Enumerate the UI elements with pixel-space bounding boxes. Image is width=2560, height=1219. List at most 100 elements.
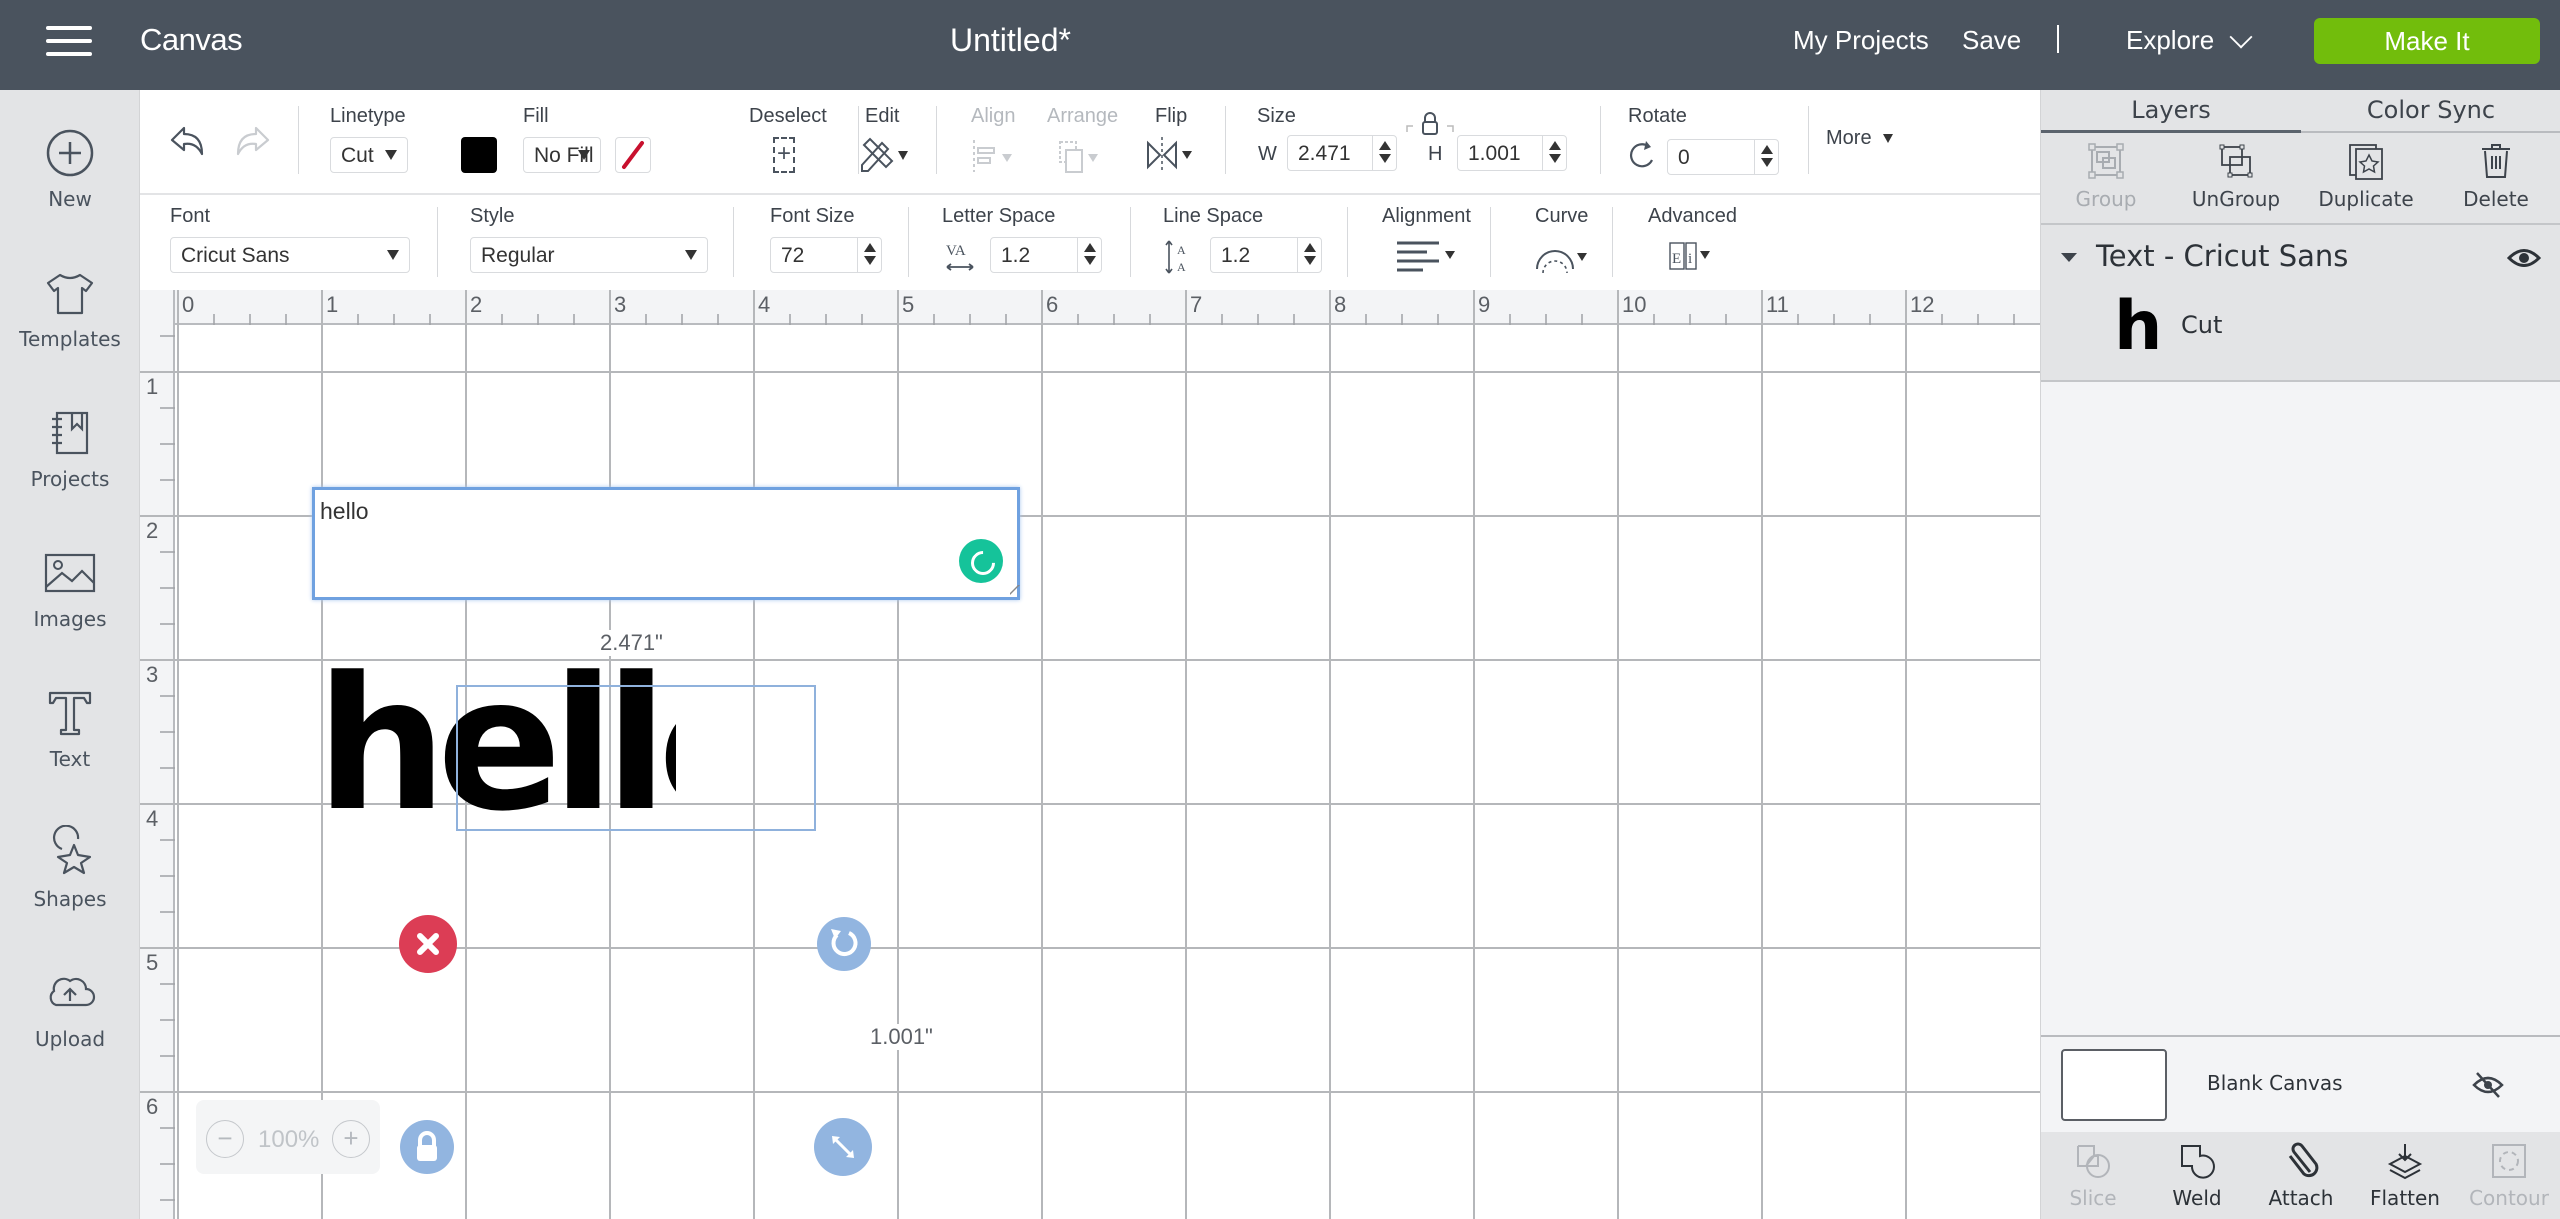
weld-button[interactable]: Weld: [2145, 1142, 2249, 1210]
delete-button[interactable]: Delete: [2431, 141, 2560, 211]
caret-down-icon[interactable]: [2061, 253, 2077, 262]
height-stepper[interactable]: [1542, 136, 1566, 170]
zoom-in-button[interactable]: +: [332, 1120, 370, 1158]
slice-button[interactable]: Slice: [2041, 1142, 2145, 1210]
grammarly-icon[interactable]: [959, 539, 1003, 583]
document-title[interactable]: Untitled*: [950, 22, 1071, 59]
tab-color-sync[interactable]: Color Sync: [2301, 90, 2560, 133]
sidebar-label: Upload: [34, 1027, 106, 1051]
font-size-stepper[interactable]: [857, 238, 881, 272]
resize-handle[interactable]: [814, 1118, 872, 1176]
more-label: More: [1826, 127, 1872, 149]
weld-icon: [2181, 1145, 2215, 1179]
contour-button[interactable]: Contour: [2457, 1142, 2560, 1210]
line-space-stepper[interactable]: [1297, 238, 1321, 272]
sidebar-item-templates[interactable]: Templates: [0, 265, 140, 395]
explore-menu[interactable]: Explore: [2126, 25, 2214, 56]
my-projects-link[interactable]: My Projects: [1793, 25, 1929, 56]
rotate-handle[interactable]: [817, 917, 871, 971]
linetype-value: Cut: [341, 144, 374, 167]
design-canvas[interactable]: 0123456789101112123456 hello hello 2.471…: [140, 290, 2040, 1219]
sidebar-item-upload[interactable]: Upload: [0, 965, 140, 1095]
fill-select[interactable]: No Fill: [523, 137, 601, 173]
canvas-color-swatch[interactable]: [2061, 1049, 2167, 1121]
eye-hidden-icon[interactable]: [2471, 1071, 2505, 1099]
more-menu[interactable]: More: [1826, 127, 1894, 150]
eye-icon[interactable]: [2507, 247, 2541, 269]
rotate-label: Rotate: [1628, 105, 1687, 127]
flip-button[interactable]: [1146, 135, 1200, 175]
layer-item[interactable]: h Cut: [2041, 289, 2560, 379]
edit-button[interactable]: [856, 135, 912, 175]
flatten-icon: [2387, 1144, 2423, 1180]
group-button[interactable]: Group: [2041, 141, 2171, 211]
sidebar-item-shapes[interactable]: Shapes: [0, 825, 140, 955]
font-select[interactable]: Cricut Sans: [170, 237, 410, 273]
rotate-input[interactable]: 0: [1667, 139, 1779, 175]
text-edit-value: hello: [320, 498, 369, 524]
svg-text:A: A: [1177, 260, 1186, 274]
height-input[interactable]: 1.001: [1457, 135, 1567, 171]
deselect-button[interactable]: +: [773, 137, 795, 173]
divider: [908, 207, 909, 277]
fill-color-swatch[interactable]: [615, 137, 651, 173]
rotate-stepper[interactable]: [1754, 140, 1778, 174]
lock-handle[interactable]: [400, 1120, 454, 1174]
letter-space-stepper[interactable]: [1077, 238, 1101, 272]
align-button[interactable]: [970, 138, 1020, 174]
ruler-label-x: 10: [1622, 292, 1647, 317]
font-size-input[interactable]: 72: [770, 237, 882, 273]
ungroup-button[interactable]: UnGroup: [2171, 141, 2301, 211]
size-label: Size: [1257, 105, 1296, 127]
sidebar-item-new[interactable]: New: [0, 125, 140, 255]
no-fill-slash-icon: [622, 141, 644, 169]
paperclip-icon: [2288, 1142, 2319, 1178]
attach-button[interactable]: Attach: [2249, 1142, 2353, 1210]
font-size-label: Font Size: [770, 205, 855, 227]
sidebar-item-images[interactable]: Images: [0, 545, 140, 675]
sidebar-label: Projects: [30, 467, 110, 491]
sidebar-item-projects[interactable]: Projects: [0, 405, 140, 535]
ruler-label-y: 1: [146, 374, 159, 399]
sidebar-item-text[interactable]: Text: [0, 685, 140, 815]
zoom-out-button[interactable]: −: [206, 1120, 244, 1158]
undo-icon[interactable]: [168, 120, 208, 160]
layer-group-row[interactable]: Text - Cricut Sans: [2041, 225, 2560, 289]
width-stepper[interactable]: [1372, 136, 1396, 170]
pencil-ruler-icon: [861, 137, 894, 172]
redo-icon[interactable]: [232, 120, 272, 160]
width-input[interactable]: 2.471: [1287, 135, 1397, 171]
letter-space-value: 1.2: [1001, 244, 1031, 267]
arrange-button[interactable]: [1058, 138, 1108, 176]
text-edit-box[interactable]: hello: [312, 487, 1020, 600]
tab-layers[interactable]: Layers: [2041, 90, 2301, 133]
chevron-down-icon[interactable]: [2229, 25, 2253, 49]
line-space-input[interactable]: 1.2: [1210, 237, 1322, 273]
duplicate-button[interactable]: Duplicate: [2301, 141, 2431, 211]
dropdown-arrow-icon: [1883, 134, 1894, 144]
rotate-icon: [831, 929, 858, 957]
svg-text:A: A: [1177, 243, 1186, 257]
ruler-label-x: 6: [1046, 292, 1059, 317]
ruler-label-x: 11: [1766, 292, 1789, 317]
selection-bounding-box[interactable]: [456, 685, 816, 831]
ruler-label-y: 6: [146, 1094, 159, 1119]
ruler-label-x: 12: [1910, 292, 1935, 317]
align-icon: [973, 140, 1012, 172]
group-icon: [2088, 143, 2124, 179]
flatten-button[interactable]: Flatten: [2353, 1142, 2457, 1210]
rotate-icon: [1629, 141, 1653, 168]
delete-handle[interactable]: [399, 915, 457, 973]
menu-icon[interactable]: [46, 26, 92, 58]
make-it-button[interactable]: Make It: [2314, 18, 2540, 64]
style-select[interactable]: Regular: [470, 237, 708, 273]
linetype-select[interactable]: Cut: [330, 137, 408, 173]
linetype-color-swatch[interactable]: [461, 137, 497, 173]
alignment-button[interactable]: [1395, 239, 1461, 275]
curve-button[interactable]: [1533, 239, 1599, 279]
lock-proportions-icon[interactable]: [1405, 110, 1455, 138]
resize-grip-icon[interactable]: [1000, 585, 1020, 595]
advanced-button[interactable]: Ei: [1668, 239, 1728, 275]
save-link[interactable]: Save: [1962, 25, 2021, 56]
letter-space-input[interactable]: 1.2: [990, 237, 1102, 273]
